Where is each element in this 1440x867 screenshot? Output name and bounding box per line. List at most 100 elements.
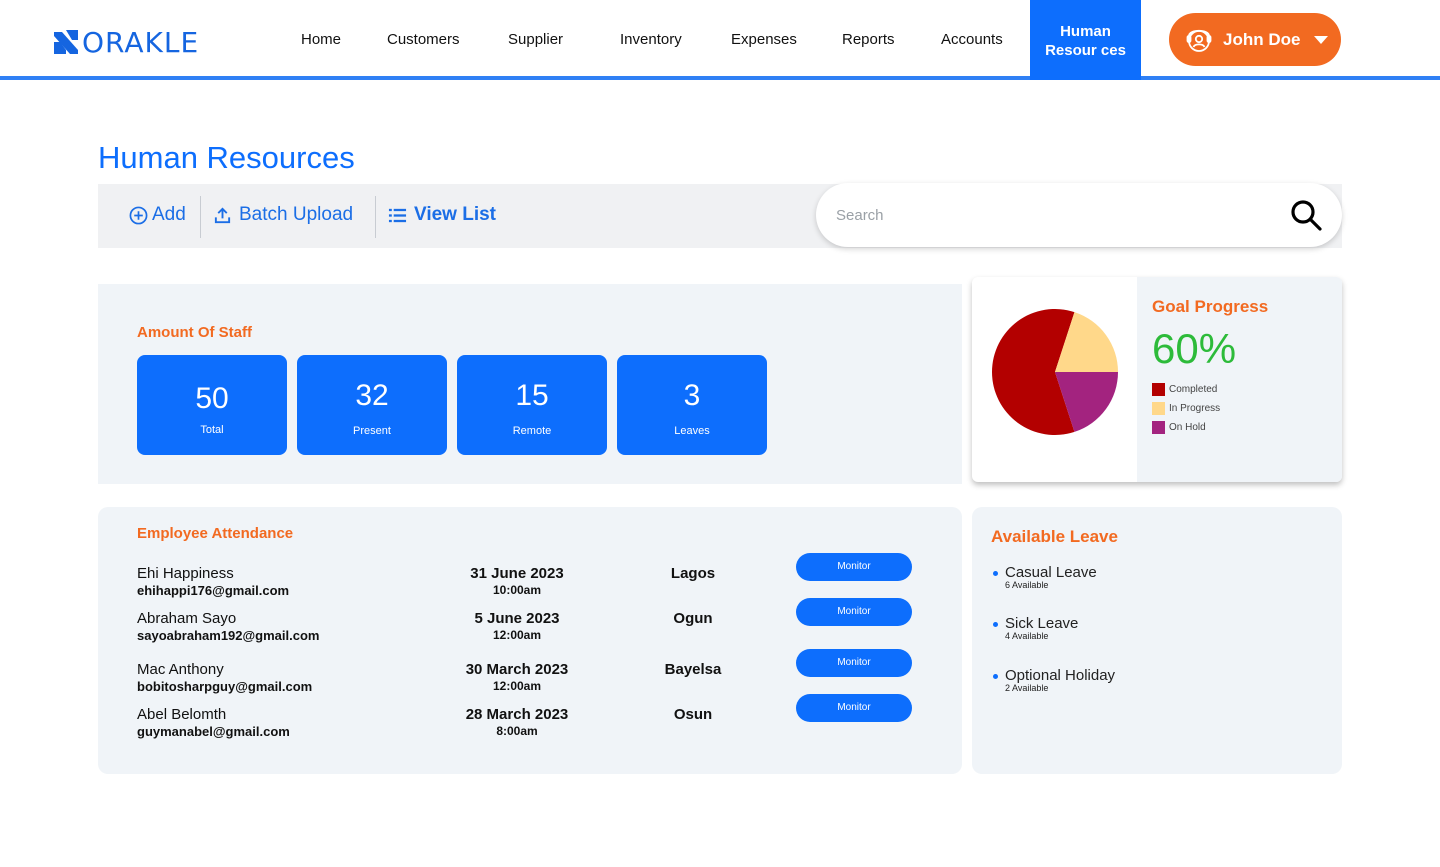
plus-circle-icon (129, 206, 148, 224)
leave-name: Sick Leave (1005, 615, 1079, 632)
legend-swatch (1152, 421, 1165, 434)
nav-supplier[interactable]: Supplier (508, 31, 563, 48)
goal-percentage: 60% (1152, 325, 1237, 372)
legend-swatch (1152, 402, 1165, 415)
attendance-date: 28 March 2023 (465, 706, 569, 723)
goal-info: Goal Progress 60% Completed In Progress … (1137, 277, 1342, 482)
user-support-icon (1186, 29, 1212, 52)
employee-name: Ehi Happiness (137, 565, 234, 582)
monitor-button[interactable]: Monitor (796, 694, 912, 722)
legend-label: Completed (1169, 384, 1218, 395)
attendance-location: Ogun (673, 610, 713, 627)
nav-accounts[interactable]: Accounts (941, 31, 1003, 48)
leave-name: Casual Leave (1005, 564, 1097, 581)
toolbar-divider (200, 196, 201, 238)
view-list-label: View List (414, 204, 497, 225)
bullet-icon (993, 571, 998, 576)
nav-inventory[interactable]: Inventory (620, 31, 682, 48)
upload-icon (214, 207, 231, 223)
bullet-icon (993, 674, 998, 679)
goal-pie-chart (992, 309, 1118, 435)
nav-hr-line2: Resour ces (1045, 42, 1126, 59)
stat-label: Leaves (674, 425, 710, 437)
search-input[interactable] (836, 206, 1276, 224)
legend-label: On Hold (1169, 422, 1206, 433)
attendance-time: 12:00am (492, 679, 542, 693)
legend-item: Completed (1152, 383, 1217, 396)
page-title: Human Resources (98, 140, 355, 175)
batch-upload-button[interactable]: Batch Upload (213, 204, 353, 226)
employee-email: bobitosharpguy@gmail.com (137, 679, 313, 694)
staff-summary-panel: Amount Of Staff 50 Total 32 Present 15 R… (98, 284, 962, 484)
stat-label: Remote (512, 425, 552, 437)
employee-name: Mac Anthony (137, 661, 224, 678)
attendance-location: Bayelsa (664, 661, 722, 678)
nav-human-resources[interactable]: Human Resour ces (1030, 0, 1141, 80)
stat-card-present[interactable]: 32 Present (297, 355, 447, 455)
attendance-time: 8:00am (496, 724, 538, 738)
attendance-time: 10:00am (492, 583, 542, 597)
attendance-date: 5 June 2023 (474, 610, 560, 627)
monitor-button[interactable]: Monitor (796, 598, 912, 626)
bullet-icon (993, 622, 998, 627)
employee-attendance-panel: Employee Attendance Ehi Happiness ehihap… (98, 507, 962, 774)
logo-text: ORAKLE (82, 25, 200, 59)
nav-home[interactable]: Home (301, 31, 341, 48)
stat-label: Present (353, 425, 391, 437)
attendance-title: Employee Attendance (137, 525, 294, 542)
batch-upload-label: Batch Upload (239, 204, 354, 225)
nav-expenses[interactable]: Expenses (731, 31, 797, 48)
list-icon (388, 208, 407, 222)
nav-reports[interactable]: Reports (842, 31, 895, 48)
legend-swatch (1152, 383, 1165, 396)
search-bar (816, 183, 1342, 247)
goal-title: Goal Progress (1152, 297, 1269, 316)
stat-value: 50 (195, 382, 229, 415)
stat-card-total[interactable]: 50 Total (137, 355, 287, 455)
legend-label: In Progress (1169, 403, 1221, 414)
chevron-down-icon (1314, 35, 1329, 44)
leave-title: Available Leave (991, 527, 1118, 546)
stat-value: 3 (683, 379, 701, 412)
stat-card-remote[interactable]: 15 Remote (457, 355, 607, 455)
employee-email: sayoabraham192@gmail.com (137, 628, 320, 643)
attendance-row: Abel Belomth guymanabel@gmail.com 28 Mar… (98, 694, 962, 746)
leave-available: 4 Available (1005, 631, 1049, 641)
leave-name: Optional Holiday (1005, 667, 1116, 684)
employee-name: Abel Belomth (137, 706, 227, 723)
monitor-button[interactable]: Monitor (796, 553, 912, 581)
top-nav-bar: ORAKLE Home Customers Supplier Inventory… (0, 0, 1440, 80)
logo-mark-icon (54, 30, 78, 54)
attendance-time: 12:00am (492, 628, 542, 642)
attendance-location: Osun (673, 706, 713, 723)
orakle-logo[interactable]: ORAKLE (52, 25, 200, 59)
stat-label: Total (200, 424, 224, 436)
stat-value: 15 (515, 379, 549, 412)
leave-available: 2 Available (1005, 683, 1049, 693)
attendance-row: Abraham Sayo sayoabraham192@gmail.com 5 … (98, 598, 962, 650)
view-list-button[interactable]: View List (388, 204, 496, 226)
user-menu-button[interactable]: John Doe (1169, 13, 1341, 66)
goal-progress-card: Goal Progress 60% Completed In Progress … (972, 277, 1342, 482)
nav-customers[interactable]: Customers (387, 31, 460, 48)
employee-name: Abraham Sayo (137, 610, 237, 627)
toolbar-divider (375, 196, 376, 238)
leave-available: 6 Available (1005, 580, 1049, 590)
stat-card-leaves[interactable]: 3 Leaves (617, 355, 767, 455)
user-name: John Doe (1223, 29, 1301, 49)
staff-section-label: Amount Of Staff (137, 324, 252, 341)
available-leave-panel: Available Leave Casual Leave 6 Available… (972, 507, 1342, 774)
employee-email: ehihappi176@gmail.com (137, 583, 290, 598)
add-label: Add (152, 204, 186, 225)
add-button[interactable]: Add (129, 204, 186, 226)
legend-item: In Progress (1152, 402, 1220, 415)
nav-hr-line1: Human (1060, 23, 1111, 40)
monitor-button[interactable]: Monitor (796, 649, 912, 677)
employee-email: guymanabel@gmail.com (137, 724, 290, 739)
search-icon[interactable] (1288, 197, 1324, 233)
legend-item: On Hold (1152, 421, 1206, 434)
stat-value: 32 (355, 379, 389, 412)
attendance-location: Lagos (670, 565, 716, 582)
attendance-date: 31 June 2023 (470, 565, 564, 582)
attendance-date: 30 March 2023 (465, 661, 569, 678)
